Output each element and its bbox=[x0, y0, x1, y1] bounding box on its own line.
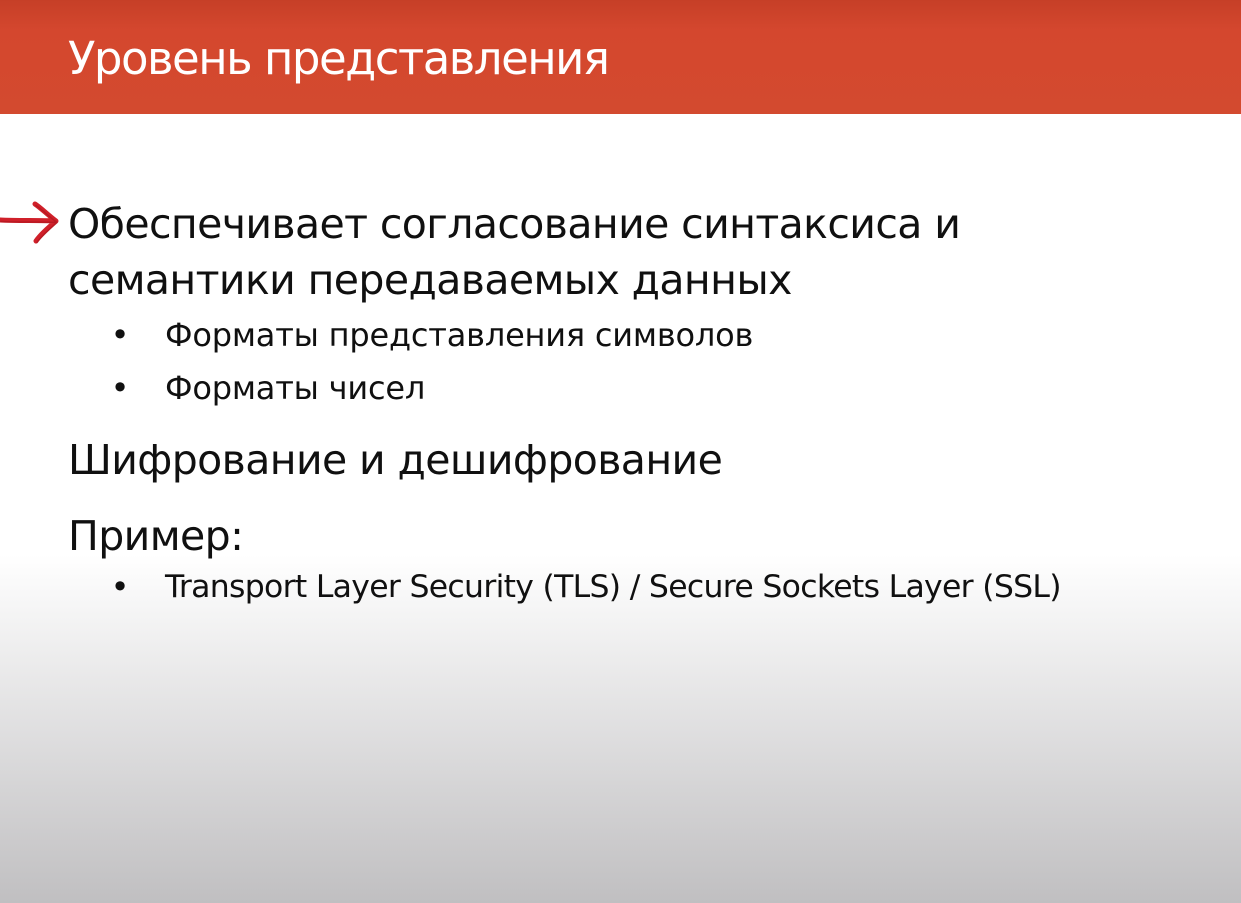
sub-bullet-text: Transport Layer Security (TLS) / Secure … bbox=[165, 569, 1062, 605]
bullet-icon: • bbox=[110, 568, 130, 606]
sub-bullet-text: Форматы представления символов bbox=[165, 316, 754, 354]
point-encryption: Шифрование и дешифрование bbox=[68, 436, 723, 484]
sub-bullet-text: Форматы чисел bbox=[165, 369, 426, 407]
point-syntax-line1: Обеспечивает согласование синтаксиса и bbox=[68, 200, 961, 248]
point-syntax-line2: семантики передаваемых данных bbox=[68, 256, 792, 304]
point-example: Пример: bbox=[68, 512, 244, 560]
slide-title-bar: Уровень представления bbox=[0, 0, 1241, 114]
bullet-icon: • bbox=[110, 369, 130, 407]
bullet-icon: • bbox=[110, 316, 130, 354]
slide-title: Уровень представления bbox=[68, 32, 610, 85]
red-arrow-icon bbox=[0, 201, 59, 244]
